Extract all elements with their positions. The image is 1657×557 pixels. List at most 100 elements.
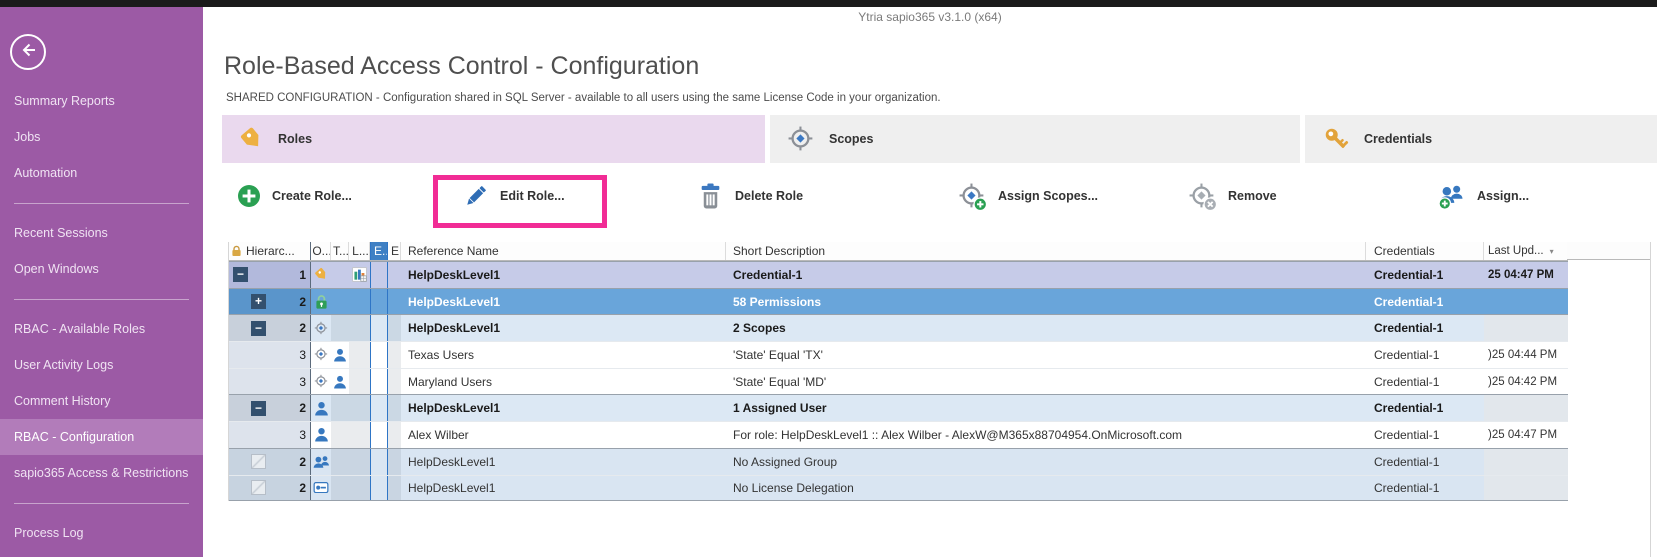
sidebar-item-comment-history[interactable]: Comment History [0, 383, 203, 419]
sort-indicator-icon: ▾ [1550, 247, 1554, 256]
column-header-credentials[interactable]: Credentials [1366, 242, 1484, 260]
sidebar-item-jobs[interactable]: Jobs [0, 119, 203, 155]
trash-icon [697, 183, 724, 210]
column-header-e[interactable]: E... [388, 242, 401, 260]
toolbar-label: Create Role... [272, 189, 352, 203]
link-cell [349, 395, 370, 421]
spacer-cell [388, 476, 401, 501]
selected-column-cell [370, 395, 388, 421]
last-updated-cell: )25 04:47 PM [1484, 422, 1568, 448]
spacer-cell [388, 395, 401, 421]
selected-column-cell [370, 289, 388, 315]
reference-name-cell: Texas Users [401, 342, 726, 368]
type-cell [331, 422, 349, 448]
table-row[interactable]: +2HelpDeskLevel158 PermissionsCredential… [229, 288, 1568, 315]
hierarchy-cell: −2 [229, 395, 311, 421]
sidebar-item-recent-sessions[interactable]: Recent Sessions [0, 215, 203, 251]
tag-icon [239, 126, 265, 152]
short-description-cell: 'State' Equal 'TX' [726, 342, 1366, 368]
hierarchy-cell: 3 [229, 422, 311, 448]
reference-name-cell: HelpDeskLevel1 [401, 449, 726, 475]
type-cell [331, 289, 349, 315]
hierarchy-level: 3 [299, 375, 306, 389]
sidebar-item-rbac-configuration[interactable]: RBAC - Configuration [0, 419, 203, 455]
table-right-edge [1650, 242, 1651, 557]
tab-credentials[interactable]: Credentials [1305, 115, 1657, 163]
table-row[interactable]: 3Alex WilberFor role: HelpDeskLevel1 :: … [229, 421, 1568, 448]
sidebar-item-user-activity-logs[interactable]: User Activity Logs [0, 347, 203, 383]
hierarchy-level: 3 [299, 348, 306, 362]
column-header-hierarc[interactable]: Hierarc... [229, 242, 311, 260]
hierarchy-cell: 2 [229, 449, 311, 475]
spacer-cell [388, 289, 401, 315]
credentials-cell: Credential-1 [1366, 476, 1484, 501]
collapse-toggle[interactable]: − [233, 267, 248, 282]
sidebar-item-sapio365-access-restrictions[interactable]: sapio365 Access & Restrictions [0, 455, 203, 491]
table-row[interactable]: 2HelpDeskLevel1No Assigned GroupCredenti… [229, 448, 1568, 475]
target-icon [314, 347, 329, 362]
edit-role-button[interactable]: Edit Role... [462, 165, 565, 227]
sidebar-item-process-log[interactable]: Process Log [0, 515, 203, 551]
column-header-l[interactable]: L... [349, 242, 370, 260]
collapse-toggle[interactable]: − [251, 321, 266, 336]
page-title: Role-Based Access Control - Configuratio… [224, 52, 699, 81]
hierarchy-level: 2 [299, 481, 306, 495]
collapse-toggle[interactable]: − [251, 401, 266, 416]
selected-column-cell [370, 476, 388, 501]
app-window: Ytria sapio365 v3.1.0 (x64) Summary Repo… [0, 0, 1657, 557]
object-type-cell [311, 449, 331, 475]
link-cell [349, 449, 370, 475]
sidebar-separator [14, 203, 189, 204]
hierarchy-level: 2 [299, 455, 306, 469]
tab-scopes[interactable]: Scopes [770, 115, 1300, 163]
table-row[interactable]: 2HelpDeskLevel1No License DelegationCred… [229, 475, 1568, 502]
object-type-cell [311, 315, 331, 341]
table-row[interactable]: −2HelpDeskLevel11 Assigned UserCredentia… [229, 394, 1568, 421]
last-updated-cell: )25 04:42 PM [1484, 369, 1568, 395]
hierarchy-cell: 3 [229, 369, 311, 395]
page-subtitle: SHARED CONFIGURATION - Configuration sha… [226, 92, 941, 104]
type-cell [331, 315, 349, 341]
link-cell [349, 342, 370, 368]
link-cell [349, 262, 370, 288]
type-cell [331, 395, 349, 421]
column-header-e[interactable]: E... [370, 242, 388, 260]
object-type-cell [311, 395, 331, 421]
type-cell [331, 476, 349, 501]
create-role-button[interactable]: Create Role... [237, 165, 352, 227]
column-header-reference-name[interactable]: Reference Name [401, 242, 726, 260]
expand-toggle-disabled [251, 480, 266, 495]
last-updated-cell [1484, 449, 1568, 475]
table-row[interactable]: 3 Maryland Users'State' Equal 'MD'Creden… [229, 368, 1568, 395]
tab-roles[interactable]: Roles [222, 115, 765, 163]
table-row[interactable]: −1HelpDeskLevel1Credential-1Credential-1… [229, 261, 1568, 288]
assign-scopes-button[interactable]: Assign Scopes... [958, 165, 1098, 227]
column-header-o[interactable]: O... [311, 242, 331, 260]
target-plus-icon [958, 182, 987, 211]
column-header-t[interactable]: T... [331, 242, 349, 260]
keycard-icon [313, 482, 329, 493]
table-row[interactable]: 3 Texas Users'State' Equal 'TX'Credentia… [229, 341, 1568, 368]
spacer-cell [388, 262, 401, 288]
back-arrow-icon [19, 41, 37, 64]
sidebar-item-open-windows[interactable]: Open Windows [0, 251, 203, 287]
assign-button[interactable]: Assign... [1437, 165, 1529, 227]
selected-column-cell [370, 449, 388, 475]
sidebar-item-automation[interactable]: Automation [0, 155, 203, 191]
sidebar-item-rbac-available-roles[interactable]: RBAC - Available Roles [0, 311, 203, 347]
reference-name-cell: Alex Wilber [401, 422, 726, 448]
table-row[interactable]: −2 HelpDeskLevel12 ScopesCredential-1 [229, 314, 1568, 341]
link-cell [349, 289, 370, 315]
expand-toggle[interactable]: + [251, 294, 266, 309]
last-updated-cell [1484, 315, 1568, 341]
short-description-cell: 'State' Equal 'MD' [726, 369, 1366, 395]
back-button[interactable] [10, 34, 46, 70]
delete-role-button[interactable]: Delete Role [697, 165, 803, 227]
object-type-cell [311, 476, 331, 501]
column-header-last-upd[interactable]: Last Upd...▾ [1484, 242, 1568, 260]
selected-column-cell [370, 422, 388, 448]
column-header-short-description[interactable]: Short Description [726, 242, 1366, 260]
credentials-cell: Credential-1 [1366, 262, 1484, 288]
remove-button[interactable]: Remove [1188, 165, 1277, 227]
sidebar-item-summary-reports[interactable]: Summary Reports [0, 83, 203, 119]
